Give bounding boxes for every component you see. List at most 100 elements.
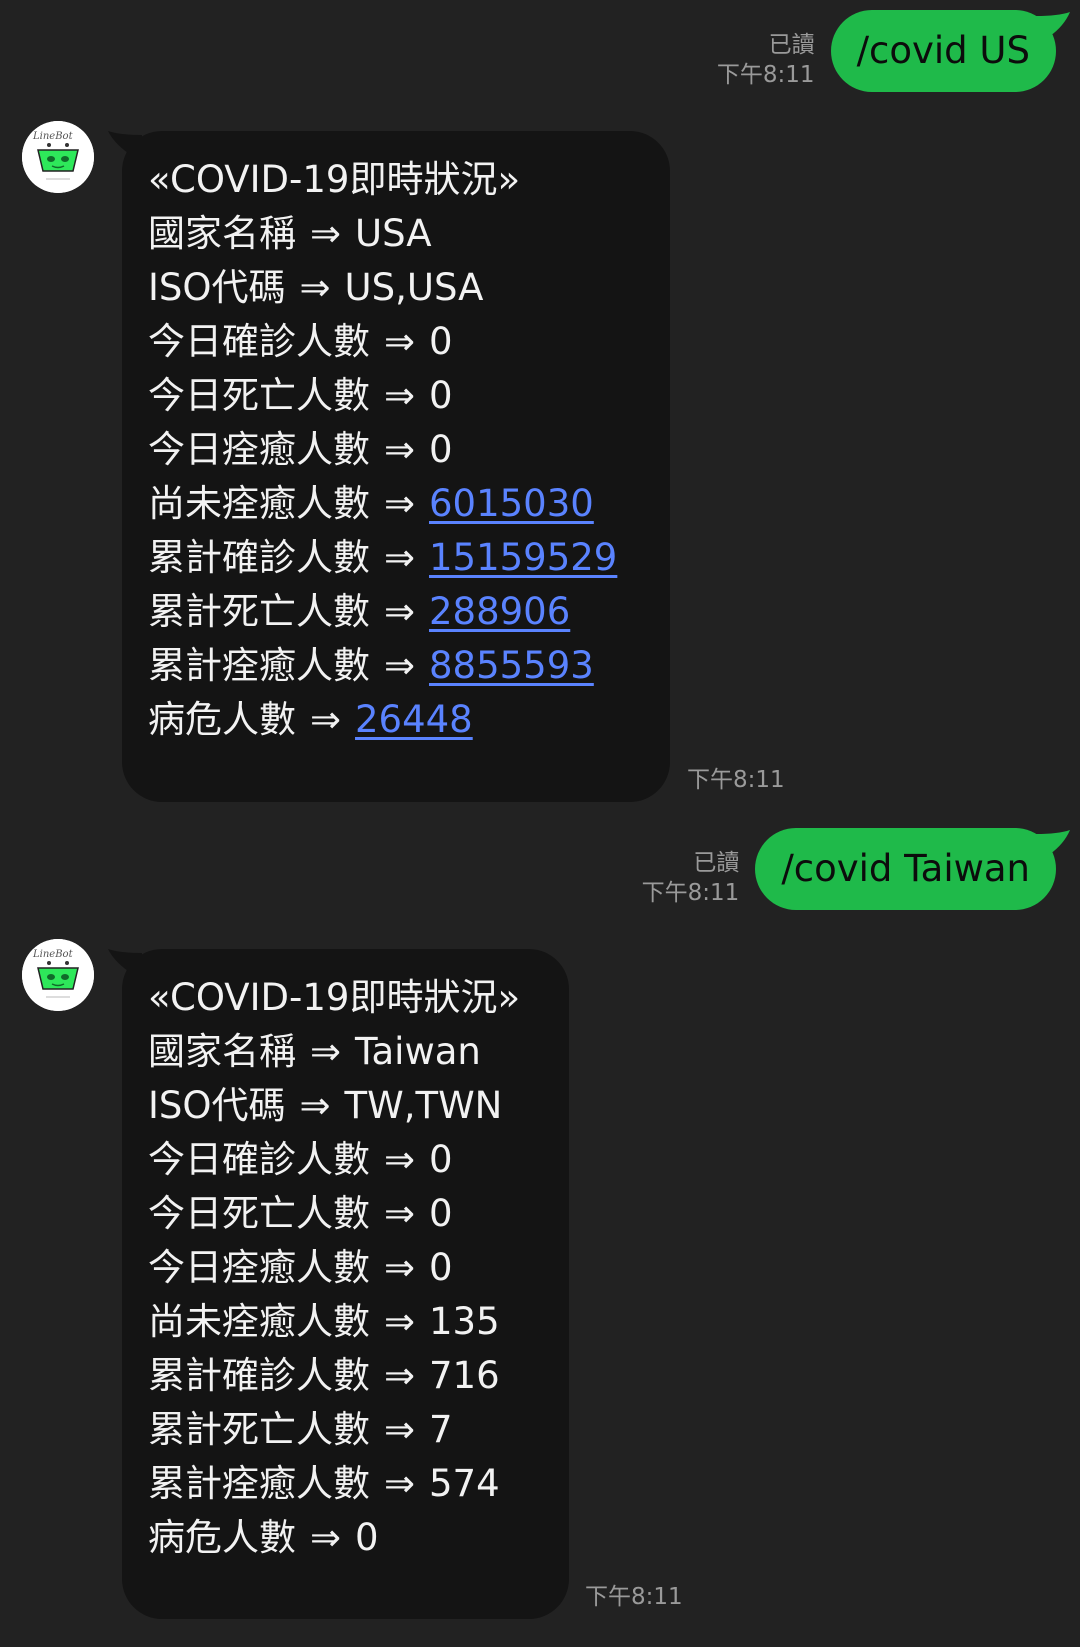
row-label: 國家名稱 <box>148 1030 296 1073</box>
row-label: 國家名稱 <box>148 212 296 255</box>
row-value: 574 <box>429 1462 500 1505</box>
row-label: 今日死亡人數 <box>148 374 370 417</box>
arrow-icon: ⇒ <box>384 428 416 471</box>
row-value: 0 <box>429 1138 453 1181</box>
read-receipt: 已讀 <box>693 850 740 876</box>
arrow-icon: ⇒ <box>384 320 416 363</box>
arrow-icon: ⇒ <box>310 1516 342 1559</box>
read-receipt: 已讀 <box>768 32 815 58</box>
row-country-name: 國家名稱 ⇒ USA <box>148 207 644 261</box>
row-value: 0 <box>429 1246 453 1289</box>
arrow-icon: ⇒ <box>384 1462 416 1505</box>
arrow-icon: ⇒ <box>384 1138 416 1181</box>
row-label: 累計確診人數 <box>148 536 370 579</box>
row-value: 135 <box>429 1300 500 1343</box>
arrow-icon: ⇒ <box>384 1192 416 1235</box>
row-label: 今日確診人數 <box>148 320 370 363</box>
chat-view: 已讀 下午8:11 /covid US LineBot «COVID-19即時狀… <box>0 0 1080 1647</box>
bubble-tail-icon <box>108 949 142 971</box>
outgoing-message: 已讀 下午8:11 /covid Taiwan <box>642 828 1070 910</box>
row-iso-code: ISO代碼 ⇒ US,USA <box>148 261 644 315</box>
row-value: TW,TWN <box>344 1084 503 1127</box>
arrow-icon: ⇒ <box>384 1354 416 1397</box>
arrow-icon: ⇒ <box>310 1030 342 1073</box>
row-label: 今日痊癒人數 <box>148 1246 370 1289</box>
row-label: 今日死亡人數 <box>148 1192 370 1235</box>
row-today-confirmed: 今日確診人數 ⇒ 0 <box>148 1133 543 1187</box>
row-value-link[interactable]: 288906 <box>429 590 570 633</box>
row-value: 0 <box>429 1192 453 1235</box>
arrow-icon: ⇒ <box>384 374 416 417</box>
row-active-cases: 尚未痊癒人數 ⇒ 135 <box>148 1295 543 1349</box>
message-time: 下午8:11 <box>585 1584 683 1610</box>
row-active-cases: 尚未痊癒人數 ⇒ 6015030 <box>148 477 644 531</box>
row-value-link[interactable]: 15159529 <box>429 536 617 579</box>
arrow-icon: ⇒ <box>310 698 342 741</box>
row-value: 716 <box>429 1354 500 1397</box>
outgoing-message: 已讀 下午8:11 /covid US <box>717 10 1070 92</box>
svg-text:LineBot: LineBot <box>32 131 74 142</box>
row-today-recovered: 今日痊癒人數 ⇒ 0 <box>148 423 644 477</box>
incoming-bubble[interactable]: «COVID-19即時狀況» 國家名稱 ⇒ Taiwan ISO代碼 ⇒ TW,TWN … <box>108 949 569 1619</box>
row-label: 累計死亡人數 <box>148 1408 370 1451</box>
row-label: 累計痊癒人數 <box>148 644 370 687</box>
row-value: Taiwan <box>355 1030 481 1073</box>
row-label: 累計死亡人數 <box>148 590 370 633</box>
outgoing-bubble[interactable]: /covid US <box>830 10 1070 92</box>
row-label: 今日痊癒人數 <box>148 428 370 471</box>
bubble-tail-icon <box>1036 12 1070 36</box>
message-text: /covid US <box>856 29 1030 72</box>
row-label: 尚未痊癒人數 <box>148 1300 370 1343</box>
incoming-bubble[interactable]: «COVID-19即時狀況» 國家名稱 ⇒ USA ISO代碼 ⇒ US,USA 今日確… <box>108 131 670 802</box>
row-label: ISO代碼 <box>148 1084 286 1127</box>
row-value: 0 <box>429 374 453 417</box>
message-meta: 已讀 下午8:11 <box>642 848 740 908</box>
message-time: 下午8:11 <box>687 767 785 793</box>
row-value: 0 <box>355 1516 379 1559</box>
bubble-tail-icon <box>108 131 142 153</box>
row-total-recovered: 累計痊癒人數 ⇒ 8855593 <box>148 639 644 693</box>
row-total-recovered: 累計痊癒人數 ⇒ 574 <box>148 1457 543 1511</box>
row-value-link[interactable]: 26448 <box>355 698 473 741</box>
arrow-icon: ⇒ <box>384 1300 416 1343</box>
row-iso-code: ISO代碼 ⇒ TW,TWN <box>148 1079 543 1133</box>
row-today-recovered: 今日痊癒人數 ⇒ 0 <box>148 1241 543 1295</box>
row-value-link[interactable]: 8855593 <box>429 644 594 687</box>
card-title: «COVID-19即時狀況» <box>148 976 521 1019</box>
row-critical: 病危人數 ⇒ 0 <box>148 1511 543 1565</box>
bubble-tail-icon <box>1036 830 1070 854</box>
row-label: 累計痊癒人數 <box>148 1462 370 1505</box>
row-total-deaths: 累計死亡人數 ⇒ 7 <box>148 1403 543 1457</box>
row-label: 今日確診人數 <box>148 1138 370 1181</box>
row-label: 尚未痊癒人數 <box>148 482 370 525</box>
row-critical: 病危人數 ⇒ 26448 <box>148 693 644 747</box>
arrow-icon: ⇒ <box>310 212 342 255</box>
row-value: 0 <box>429 428 453 471</box>
arrow-icon: ⇒ <box>384 590 416 633</box>
row-total-deaths: 累計死亡人數 ⇒ 288906 <box>148 585 644 639</box>
row-label: 病危人數 <box>148 698 296 741</box>
arrow-icon: ⇒ <box>384 1246 416 1289</box>
card-title: «COVID-19即時狀況» <box>148 158 521 201</box>
arrow-icon: ⇒ <box>384 644 416 687</box>
row-value: US,USA <box>344 266 484 309</box>
outgoing-bubble[interactable]: /covid Taiwan <box>755 828 1070 910</box>
row-today-deaths: 今日死亡人數 ⇒ 0 <box>148 1187 543 1241</box>
message-text: /covid Taiwan <box>781 847 1030 890</box>
row-label: 累計確診人數 <box>148 1354 370 1397</box>
linebot-avatar-icon[interactable]: LineBot <box>22 121 94 193</box>
message-meta: 已讀 下午8:11 <box>717 30 815 90</box>
arrow-icon: ⇒ <box>299 1084 331 1127</box>
linebot-avatar-icon[interactable]: LineBot <box>22 939 94 1011</box>
row-total-confirmed: 累計確診人數 ⇒ 716 <box>148 1349 543 1403</box>
row-value-link[interactable]: 6015030 <box>429 482 594 525</box>
row-country-name: 國家名稱 ⇒ Taiwan <box>148 1025 543 1079</box>
arrow-icon: ⇒ <box>384 1408 416 1451</box>
row-total-confirmed: 累計確診人數 ⇒ 15159529 <box>148 531 644 585</box>
message-time: 下午8:11 <box>641 880 740 906</box>
row-label: ISO代碼 <box>148 266 286 309</box>
row-today-deaths: 今日死亡人數 ⇒ 0 <box>148 369 644 423</box>
arrow-icon: ⇒ <box>299 266 331 309</box>
row-label: 病危人數 <box>148 1516 296 1559</box>
message-time: 下午8:11 <box>716 62 815 88</box>
